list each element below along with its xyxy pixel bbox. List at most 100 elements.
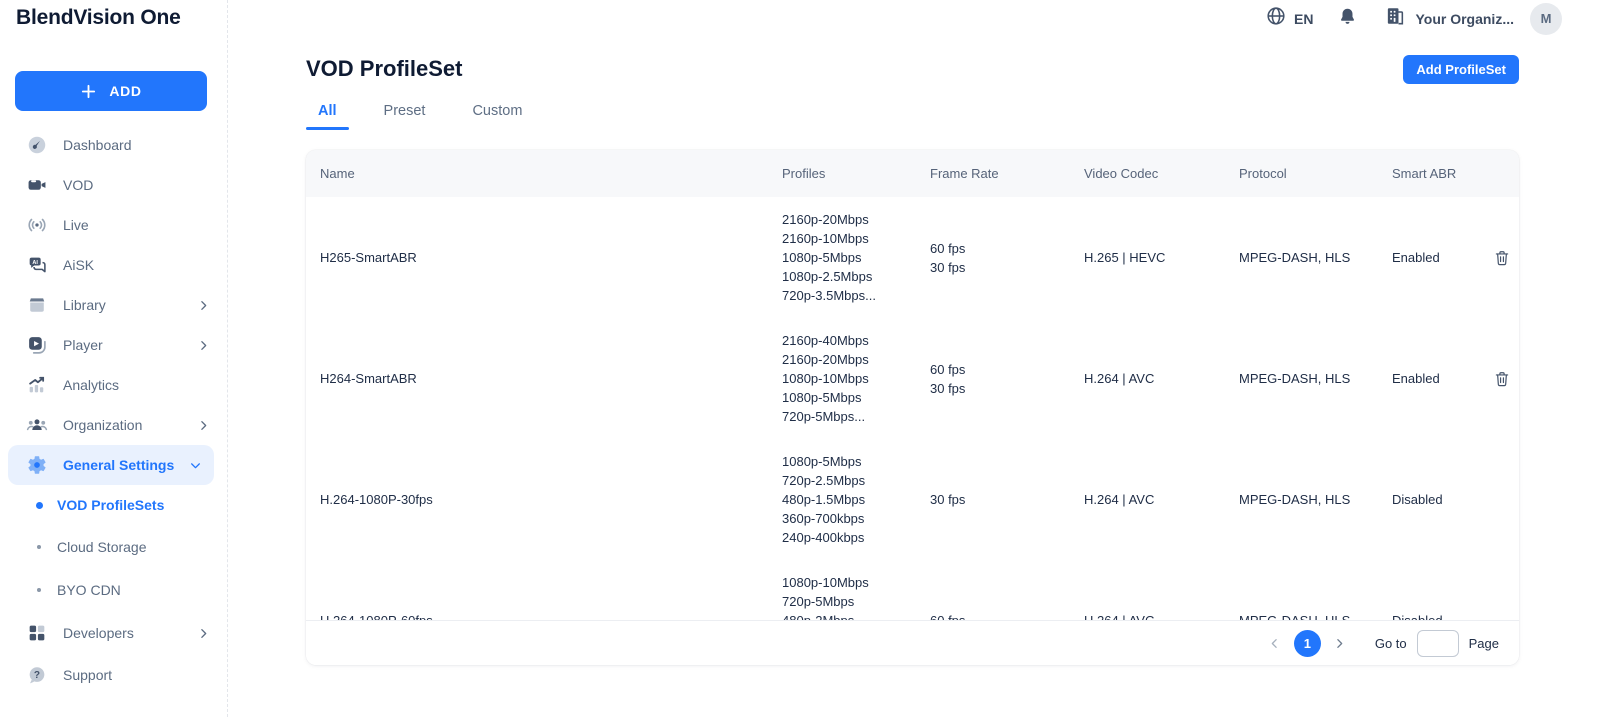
page-label: Page [1469,636,1499,651]
sidebar-item-support[interactable]: ? Support [0,655,228,695]
profiles-cell: 1080p-5Mbps 720p-2.5Mbps 480p-1.5Mbps 36… [782,452,930,547]
bullet-dot-icon [34,545,44,549]
sidebar-item-vod[interactable]: VOD [0,165,228,205]
app-logo: BlendVision One [16,6,181,30]
page-title: VOD ProfileSet [306,56,462,82]
ai-chat-icon: AI [26,254,48,276]
gauge-icon [26,134,48,156]
table-row[interactable]: H264-SmartABR 2160p-40Mbps 2160p-20Mbps … [306,318,1519,439]
profileset-name: H264-SmartABR [320,371,782,386]
sidebar-item-label: Live [63,217,89,233]
grid-icon [26,622,48,644]
tab-custom[interactable]: Custom [460,99,534,130]
sidebar-item-label: AiSK [63,257,94,273]
player-icon [26,334,48,356]
protocol-cell: MPEG-DASH, HLS [1239,492,1392,507]
column-header-frame-rate: Frame Rate [930,166,1084,181]
tab-all[interactable]: All [306,99,349,130]
main-content: VOD ProfileSet Add ProfileSet All Preset… [229,0,1600,717]
sidebar-item-live[interactable]: Live [0,205,228,245]
sidebar: BlendVision One ADD Dashboard VOD Live [0,0,228,717]
table-footer: 1 Go to Page [306,620,1519,665]
plus-icon [80,80,97,102]
column-header-name: Name [320,166,782,181]
table-row[interactable]: H.264-1080P-60fps 1080p-10Mbps 720p-5Mbp… [306,560,1519,620]
sidebar-item-label: Library [63,297,106,313]
add-profileset-button[interactable]: Add ProfileSet [1403,55,1519,84]
delete-icon[interactable] [1491,368,1513,390]
pagination-prev-button[interactable] [1262,630,1288,656]
sidebar-item-label: Player [63,337,103,353]
chevron-right-icon [197,299,210,312]
table-header: Name Profiles Frame Rate Video Codec Pro… [306,150,1519,197]
protocol-cell: MPEG-DASH, HLS [1239,371,1392,386]
smart-abr-cell: Enabled [1392,371,1491,386]
svg-text:?: ? [34,670,40,681]
profileset-name: H265-SmartABR [320,250,782,265]
protocol-cell: MPEG-DASH, HLS [1239,250,1392,265]
sidebar-subitem-label: BYO CDN [57,582,121,598]
analytics-icon [26,374,48,396]
sidebar-item-player[interactable]: Player [0,325,228,365]
go-to-label: Go to [1375,636,1407,651]
sidebar-subitem-label: Cloud Storage [57,539,147,555]
column-header-protocol: Protocol [1239,166,1392,181]
add-button[interactable]: ADD [15,71,207,111]
profileset-name: H.264-1080P-30fps [320,492,782,507]
sidebar-item-dashboard[interactable]: Dashboard [0,125,228,165]
profileset-table: Name Profiles Frame Rate Video Codec Pro… [306,150,1519,665]
delete-icon[interactable] [1491,247,1513,269]
sidebar-item-general-settings[interactable]: General Settings [8,445,214,485]
live-broadcast-icon [26,214,48,236]
sidebar-item-organization[interactable]: Organization [0,405,228,445]
table-row[interactable]: H265-SmartABR 2160p-20Mbps 2160p-10Mbps … [306,197,1519,318]
bullet-dot-icon [34,588,44,592]
profileset-name: H.264-1080P-60fps [320,613,782,620]
sidebar-item-label: Organization [63,417,142,433]
video-codec-cell: H.265 | HEVC [1084,250,1239,265]
profiles-cell: 2160p-40Mbps 2160p-20Mbps 1080p-10Mbps 1… [782,331,930,426]
chevron-down-icon [189,459,202,472]
svg-text:AI: AI [32,260,38,266]
tab-preset[interactable]: Preset [372,99,438,130]
sidebar-item-developers[interactable]: Developers [0,611,228,655]
column-header-profiles: Profiles [782,166,930,181]
frame-rate-cell: 30 fps [930,490,1084,509]
table-body: H265-SmartABR 2160p-20Mbps 2160p-10Mbps … [306,197,1519,620]
pagination-current-page[interactable]: 1 [1294,630,1321,657]
pagination-next-button[interactable] [1327,630,1353,656]
sidebar-item-byo-cdn[interactable]: BYO CDN [0,568,228,611]
sidebar-item-label: General Settings [63,457,174,473]
go-to-page-input[interactable] [1417,630,1459,657]
sidebar-item-label: Analytics [63,377,119,393]
frame-rate-cell: 60 fps 30 fps [930,239,1084,277]
bullet-dot-icon [34,502,44,509]
column-header-smart-abr: Smart ABR [1392,166,1491,181]
sidebar-item-vod-profilesets[interactable]: VOD ProfileSets [0,485,228,525]
library-icon [26,294,48,316]
frame-rate-cell: 60 fps 30 fps [930,360,1084,398]
smart-abr-cell: Disabled [1392,492,1491,507]
smart-abr-cell: Enabled [1392,250,1491,265]
chevron-right-icon [197,627,210,640]
sidebar-item-analytics[interactable]: Analytics [0,365,228,405]
sidebar-item-cloud-storage[interactable]: Cloud Storage [0,525,228,568]
chevron-right-icon [197,419,210,432]
sidebar-item-label: Developers [63,625,134,641]
sidebar-item-label: VOD [63,177,93,193]
smart-abr-cell: Disabled [1392,613,1491,620]
sidebar-item-label: Dashboard [63,137,132,153]
sidebar-subitem-label: VOD ProfileSets [57,497,164,513]
help-bubble-icon: ? [26,664,48,686]
protocol-cell: MPEG-DASH, HLS [1239,613,1392,620]
gear-icon [26,454,48,476]
video-codec-cell: H.264 | AVC [1084,371,1239,386]
profiles-cell: 2160p-20Mbps 2160p-10Mbps 1080p-5Mbps 10… [782,210,930,305]
tabs: All Preset Custom [306,99,534,130]
table-row[interactable]: H.264-1080P-30fps 1080p-5Mbps 720p-2.5Mb… [306,439,1519,560]
sidebar-item-library[interactable]: Library [0,285,228,325]
video-codec-cell: H.264 | AVC [1084,492,1239,507]
sidebar-item-aisk[interactable]: AI AiSK [0,245,228,285]
video-codec-cell: H.264 | AVC [1084,613,1239,620]
people-group-icon [26,414,48,436]
